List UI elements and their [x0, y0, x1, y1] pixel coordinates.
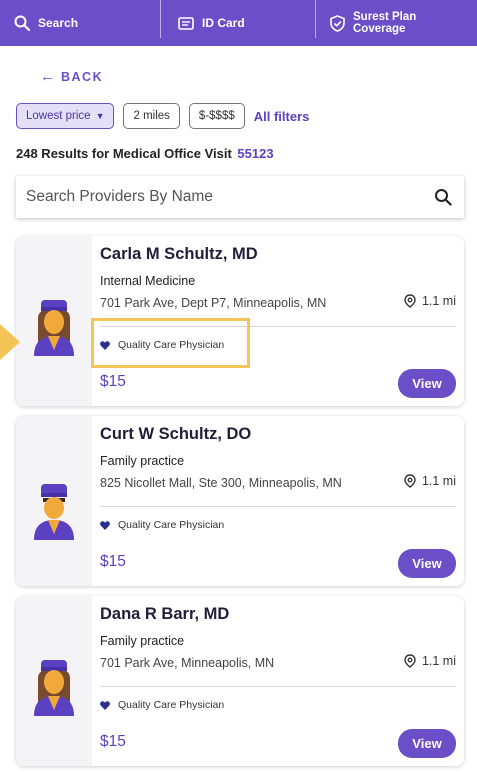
card-divider [100, 506, 456, 507]
distance-filter-chip[interactable]: 2 miles [123, 103, 180, 129]
avatar-column [16, 596, 92, 766]
provider-search-box [16, 176, 464, 218]
id-card-icon [178, 16, 194, 30]
location-pin-icon [404, 294, 416, 308]
provider-price: $15 [100, 733, 126, 750]
female-doctor-avatar [34, 300, 74, 356]
provider-distance-label: 1.1 mi [421, 474, 456, 488]
provider-price: $15 [100, 373, 126, 390]
provider-name[interactable]: Curt W Schultz, DO [100, 425, 251, 444]
caret-down-icon: ▼ [95, 111, 105, 121]
provider-distance: 1.1 mi [404, 474, 456, 488]
location-pin-icon [404, 474, 416, 488]
provider-address: 825 Nicollet Mall, Ste 300, Minneapolis,… [100, 476, 342, 490]
back-link[interactable]: ← BACK [40, 68, 103, 85]
heart-icon [100, 520, 110, 530]
results-zip-link[interactable]: 55123 [237, 146, 273, 161]
results-summary: 248 Results for Medical Office Visit 551… [16, 146, 274, 161]
female-doctor-avatar [34, 660, 74, 716]
sort-dropdown[interactable]: Lowest price ▼ [16, 103, 115, 129]
heart-icon [100, 700, 110, 710]
provider-specialty: Family practice [100, 634, 185, 648]
back-arrow-icon: ← [40, 68, 55, 85]
quality-badge: Quality Care Physician [100, 519, 224, 531]
provider-specialty: Family practice [100, 454, 185, 468]
distance-filter-label: 2 miles [133, 110, 170, 122]
all-filters-link[interactable]: All filters [254, 109, 310, 124]
provider-specialty: Internal Medicine [100, 274, 196, 288]
male-doctor-avatar [34, 484, 74, 540]
provider-card[interactable]: Curt W Schultz, DO Family practice 825 N… [16, 416, 464, 586]
provider-search-input[interactable] [26, 188, 406, 206]
nav-tab-id-card-label: ID Card [202, 16, 245, 30]
pointer-arrow-icon [0, 324, 20, 360]
nav-tab-coverage-line1: Surest Plan [353, 11, 417, 23]
nav-tab-id-card[interactable]: ID Card [178, 0, 245, 46]
view-provider-button[interactable]: View [398, 369, 456, 398]
search-icon [14, 15, 30, 31]
provider-card[interactable]: Dana R Barr, MD Family practice 701 Park… [16, 596, 464, 766]
nav-tab-coverage-line2: Coverage [353, 23, 406, 35]
provider-name[interactable]: Dana R Barr, MD [100, 605, 229, 624]
provider-address: 701 Park Ave, Minneapolis, MN [100, 656, 275, 670]
provider-name[interactable]: Carla M Schultz, MD [100, 245, 258, 264]
provider-distance: 1.1 mi [404, 294, 456, 308]
nav-tab-search[interactable]: Search [14, 0, 78, 46]
cost-filter-label: $-$$$$ [198, 110, 235, 122]
card-divider [100, 686, 456, 687]
nav-divider [315, 0, 316, 38]
nav-tab-plan-coverage[interactable]: Surest Plan Coverage [330, 0, 416, 46]
shield-check-icon [330, 14, 345, 32]
filter-bar: Lowest price ▼ 2 miles $-$$$$ All filter… [16, 103, 309, 129]
sort-label: Lowest price [26, 110, 91, 122]
search-icon[interactable] [434, 188, 452, 206]
view-provider-button[interactable]: View [398, 729, 456, 758]
provider-address: 701 Park Ave, Dept P7, Minneapolis, MN [100, 296, 327, 310]
nav-divider [160, 0, 161, 38]
provider-distance: 1.1 mi [404, 654, 456, 668]
nav-tab-search-label: Search [38, 16, 79, 30]
provider-distance-label: 1.1 mi [421, 294, 456, 308]
quality-badge-label: Quality Care Physician [118, 519, 225, 531]
quality-badge: Quality Care Physician [100, 699, 224, 711]
provider-price: $15 [100, 553, 126, 570]
results-count-text: 248 Results for Medical Office Visit [16, 146, 232, 161]
top-nav-bar: Search ID Card Surest Plan Coverage [0, 0, 477, 46]
cost-filter-chip[interactable]: $-$$$$ [188, 103, 245, 129]
quality-badge-label: Quality Care Physician [118, 699, 225, 711]
back-label: BACK [61, 69, 104, 84]
highlight-annotation-box [91, 318, 250, 368]
provider-distance-label: 1.1 mi [421, 654, 456, 668]
view-provider-button[interactable]: View [398, 549, 456, 578]
location-pin-icon [404, 654, 416, 668]
avatar-column [16, 416, 92, 586]
avatar-column [16, 236, 92, 406]
